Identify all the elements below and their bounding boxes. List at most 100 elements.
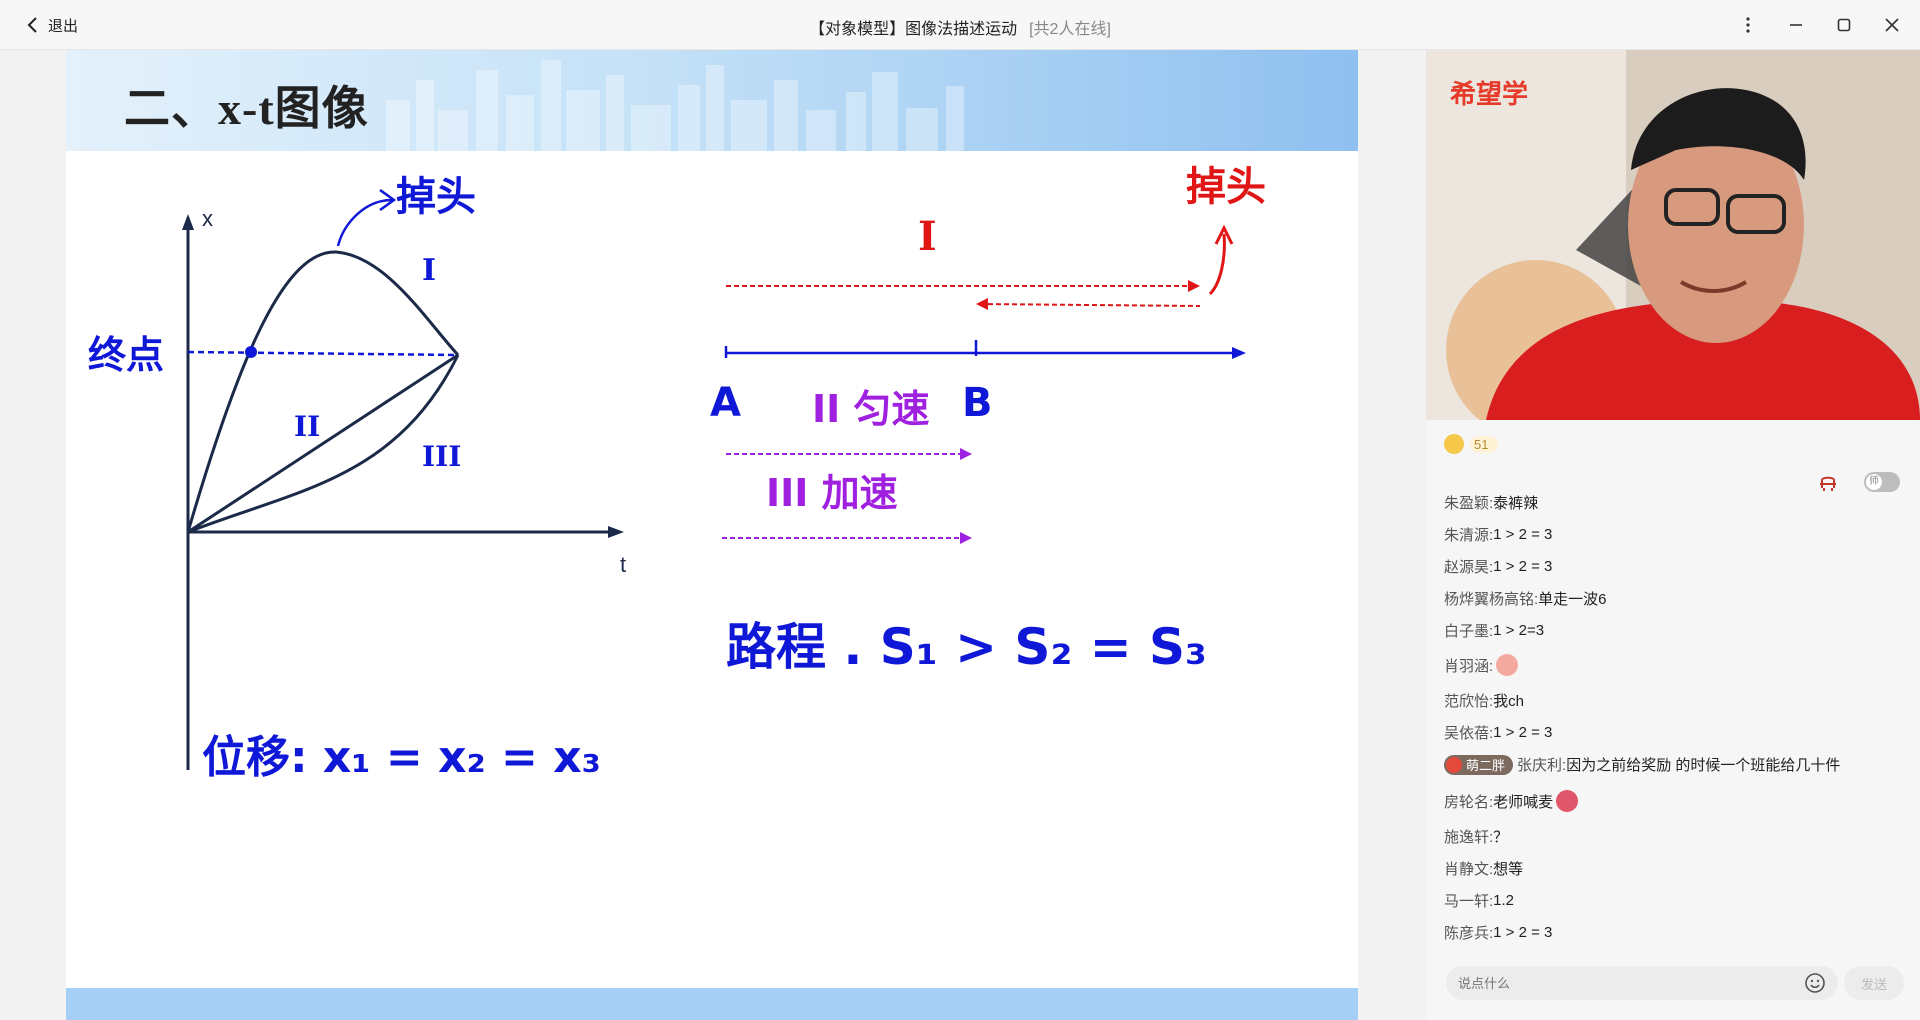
chat-message: 施逸轩: ？ [1444, 826, 1508, 847]
thumbs-emoji-icon [1496, 654, 1519, 676]
laugh-emoji-icon [1556, 790, 1579, 812]
chat-message: 马一轩: 1.2 [1444, 890, 1514, 911]
chat-message: 吴依蓓: 1 > 2 = 3 [1444, 722, 1552, 743]
brand-logo: 希望学 [1450, 79, 1529, 109]
chat-nick: 朱盈颖: [1444, 495, 1494, 512]
x-axis-label: x [202, 206, 213, 231]
chat-nick: 吴依蓓: [1444, 725, 1494, 742]
chat-text: 1 > 2=3 [1493, 622, 1545, 639]
graph-turn-label: 掉头 [396, 174, 476, 220]
badge-label: 萌二胖 [1466, 758, 1506, 773]
xt-curves [186, 250, 460, 534]
chat-message: 朱盈颖: 泰裤辣 [1444, 492, 1538, 513]
chat-message: 白子墨: 1 > 2=3 [1444, 620, 1544, 641]
chat-nick: 肖静文: [1444, 861, 1494, 878]
more-vertical-icon [1746, 17, 1750, 33]
coin-icon [1444, 434, 1464, 454]
minimize-icon [1790, 24, 1802, 26]
seat-icon[interactable] [1818, 472, 1838, 492]
chat-nick: 陈彦兵: [1444, 925, 1494, 942]
chat-nick: 范欣怡: [1444, 693, 1494, 710]
chat-nick: 施逸轩: [1444, 829, 1494, 846]
curve-3-label: III [422, 440, 461, 473]
teacher-only-label: 师 [1866, 474, 1882, 490]
chat-input-bar [1446, 966, 1838, 1000]
chat-nick: 马一轩: [1444, 893, 1494, 910]
window-title: 【对象模型】图像法描述运动 [共2人在线] [0, 15, 1920, 39]
endpoint-label: 终点 [88, 333, 164, 377]
send-button[interactable]: 发送 [1844, 966, 1904, 1000]
chat-nick: 白子墨: [1444, 623, 1494, 640]
curve-1 [186, 250, 460, 533]
chat-nick: 张庆利: [1517, 757, 1567, 774]
curve-1-label: I [422, 253, 436, 288]
displacement-equation: 位移: x₁ = x₂ = x₃ [202, 732, 601, 783]
emoji-icon[interactable] [1804, 972, 1826, 994]
user-level-badge: 萌二胖 [1444, 754, 1514, 775]
chat-message: 肖羽涵: [1444, 654, 1519, 676]
chat-text: 1 > 2 = 3 [1493, 724, 1553, 741]
chat-text: 老师喊麦 [1493, 793, 1554, 811]
chat-nick: 肖羽涵: [1444, 657, 1494, 675]
whiteboard-canvas: x t 掉头 终点 I II III 位移: x₁ = x₂ = x₃ I 掉头… [88, 164, 1266, 783]
side-panel: 希望学 51 师 朱盈颖: 泰裤辣 朱清源: 1 > 2 = 3 赵源昊: 1 … [1426, 50, 1920, 1020]
distance-equation: 路程 . S₁ > S₂ = S₃ [726, 618, 1207, 676]
chat-message: 肖静文: 想等 [1444, 858, 1523, 879]
chat-nick: 朱清源: [1444, 527, 1494, 544]
chat-text: 我ch [1493, 693, 1525, 710]
chat-text: ？ [1493, 829, 1509, 846]
t-axis-arrow [608, 526, 624, 538]
slide: 二、x-t图像 x t 掉头 终点 I II III 位移: x₁ = x₂ =… [66, 50, 1358, 1020]
motion-diagram: I 掉头 A B II 匀速 III 加速 路程 . S₁ > S₂ = S₃ [710, 164, 1266, 676]
lesson-title: 【对象模型】图像法描述运动 [809, 21, 1018, 38]
point-b-label: B [962, 380, 993, 426]
chat-nick: 杨烨翼杨高铭: [1444, 591, 1539, 608]
chat-nick: 赵源昊: [1444, 559, 1494, 576]
chat-message: 房轮名: 老师喊麦 [1444, 790, 1579, 812]
chat-message: 范欣怡: 我ch [1444, 690, 1524, 711]
badge-icon [1446, 756, 1462, 773]
t-axis-label: t [620, 552, 626, 577]
minimize-button[interactable] [1783, 12, 1809, 38]
motion-turn-label: 掉头 [1186, 164, 1266, 210]
chat-text: 1 > 2 = 3 [1493, 924, 1553, 941]
chat-text: 想等 [1493, 861, 1524, 878]
maximize-button[interactable] [1831, 12, 1857, 38]
motion-1-label: I [918, 213, 937, 260]
maximize-icon [1837, 18, 1851, 32]
chat-text: 1.2 [1493, 892, 1515, 909]
xt-axes [186, 220, 616, 770]
point-a-label: A [710, 380, 741, 426]
chat-nick: 房轮名: [1444, 793, 1494, 811]
title-bar: 退出 【对象模型】图像法描述运动 [共2人在线] [0, 0, 1920, 50]
teacher-video: 希望学 [1426, 50, 1920, 420]
motion-3-label: III 加速 [766, 471, 898, 515]
chat-message: 陈彦兵: 1 > 2 = 3 [1444, 922, 1552, 943]
motion-1-back [979, 303, 1201, 307]
chat-text: 1 > 2 = 3 [1493, 558, 1553, 575]
close-icon [1885, 18, 1899, 32]
close-button[interactable] [1879, 12, 1905, 38]
motion-2-label: II 匀速 [812, 387, 930, 431]
chat-message: 杨烨翼杨高铭: 单走一波6 [1444, 588, 1607, 609]
teacher-only-toggle[interactable]: 师 [1864, 472, 1900, 492]
endpoint-guide-line [187, 350, 459, 357]
chat-message: 赵源昊: 1 > 2 = 3 [1444, 556, 1552, 577]
chat-message: 萌二胖 张庆利: 因为之前给奖励 的时候一个班能给几十件 [1444, 754, 1840, 775]
endpoint-dot [245, 346, 257, 358]
chat-text: 1 > 2 = 3 [1493, 526, 1553, 543]
curve-2 [187, 353, 459, 534]
x-axis-arrow [182, 214, 194, 230]
chat-tools: 师 [1818, 472, 1900, 492]
chat-message: 朱清源: 1 > 2 = 3 [1444, 524, 1552, 545]
curve-2-label: II [294, 410, 320, 443]
chat-input[interactable] [1458, 975, 1804, 991]
chat-text: 泰裤辣 [1493, 495, 1539, 512]
online-count: [共2人在线] [1029, 21, 1111, 38]
chat-text: 因为之前给奖励 的时候一个班能给几十件 [1566, 757, 1841, 774]
chat-text: 单走一波6 [1538, 591, 1607, 608]
like-counter[interactable]: 51 [1444, 434, 1499, 454]
like-count: 51 [1470, 435, 1499, 453]
more-menu-button[interactable] [1735, 12, 1761, 38]
courseware-stage: 二、x-t图像 x t 掉头 终点 I II III 位移: x₁ = x₂ =… [0, 50, 1426, 1020]
